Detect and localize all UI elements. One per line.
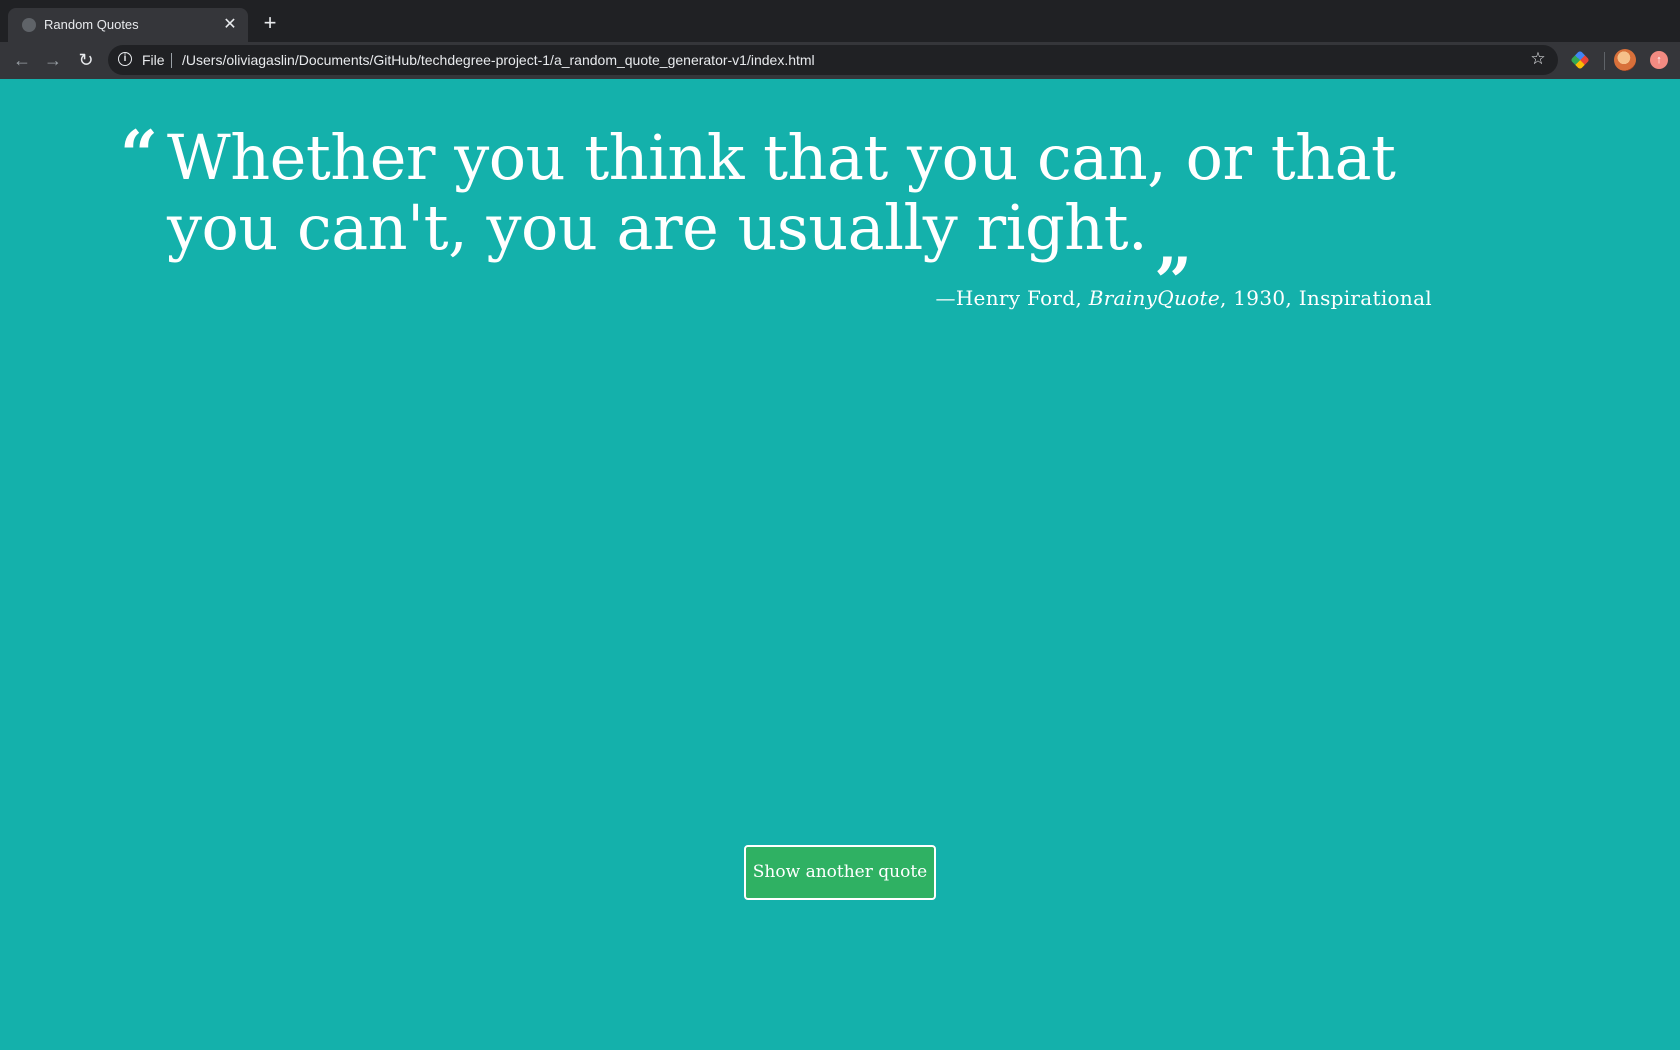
back-button[interactable]: ← <box>10 48 34 72</box>
close-quote-mark: „ <box>1155 205 1193 284</box>
source-author: —Henry Ford, <box>935 286 1089 310</box>
color-extension-icon[interactable] <box>1570 50 1590 70</box>
update-icon[interactable]: ↑ <box>1650 51 1668 69</box>
omnibox-divider <box>171 53 172 68</box>
tab-title: Random Quotes <box>44 17 139 32</box>
globe-icon <box>22 18 36 32</box>
browser-toolbar: ← → ↻ i File /Users/oliviagaslin/Documen… <box>0 42 1680 79</box>
quote-box: “ Whether you think that you can, or tha… <box>0 79 1680 1050</box>
source-tags: Inspirational <box>1298 286 1432 310</box>
source-citation: BrainyQuote <box>1088 286 1220 310</box>
quote-body: Whether you think that you can, or that … <box>167 121 1396 264</box>
source-year: , 1930, <box>1219 286 1299 310</box>
avatar-icon[interactable] <box>1614 49 1636 71</box>
site-info-icon[interactable]: i <box>118 52 132 66</box>
toolbar-divider <box>1604 52 1605 70</box>
quote-source: —Henry Ford, BrainyQuote, 1930, Inspirat… <box>936 286 1432 310</box>
url-text[interactable]: /Users/oliviagaslin/Documents/GitHub/tec… <box>182 52 815 68</box>
url-scheme-label: File <box>142 52 165 68</box>
reload-button[interactable]: ↻ <box>74 48 98 72</box>
open-quote-mark: “ <box>120 116 158 194</box>
tab-strip: Random Quotes ✕ + <box>0 0 1680 42</box>
new-tab-button[interactable]: + <box>258 12 282 36</box>
bookmark-star-icon[interactable]: ☆ <box>1528 49 1548 69</box>
forward-button[interactable]: → <box>41 48 65 72</box>
show-another-quote-button[interactable]: Show another quote <box>744 845 936 900</box>
quote-text: Whether you think that you can, or that … <box>167 121 1467 280</box>
close-tab-icon[interactable]: ✕ <box>220 15 240 35</box>
address-bar[interactable]: i File /Users/oliviagaslin/Documents/Git… <box>108 45 1558 75</box>
tab-random-quotes[interactable]: Random Quotes ✕ <box>8 8 248 42</box>
